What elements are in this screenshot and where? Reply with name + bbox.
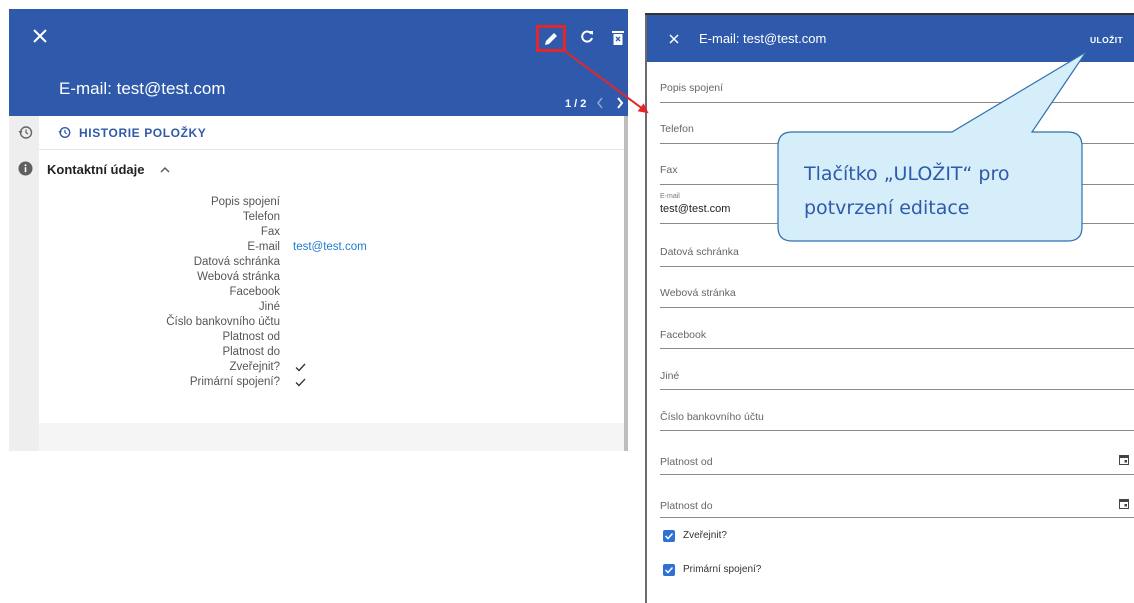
pencil-icon[interactable] (536, 25, 566, 52)
trash-icon[interactable] (609, 27, 627, 47)
calendar-icon[interactable] (1119, 454, 1129, 465)
field-label: Popis spojení (660, 82, 724, 94)
checkmark-icon (295, 378, 306, 387)
detail-label: Jiné (258, 301, 280, 313)
datova-field[interactable]: Datová schránka (660, 241, 1134, 267)
checkbox-label: Zveřejnit? (683, 530, 727, 541)
detail-header: E-mail: test@test.com 1 / 2 (9, 9, 628, 116)
edit-title: E-mail: test@test.com (699, 31, 827, 46)
telefon-field[interactable]: Telefon (660, 118, 1134, 144)
web-field[interactable]: Webová stránka (660, 282, 1134, 308)
field-label: Platnost od (660, 456, 713, 468)
detail-row: Číslo bankovního účtu (39, 316, 628, 331)
checkbox-checked-icon[interactable] (663, 564, 675, 576)
platnost-do-field[interactable]: Platnost do (660, 493, 1134, 518)
callout-line: Tlačítko „ULOŽIT“ pro (804, 163, 1010, 185)
field-label: E-mail (660, 193, 680, 200)
email-link[interactable]: test@test.com (293, 241, 367, 253)
chevron-left-icon[interactable] (594, 95, 606, 111)
field-label: Jiné (660, 370, 680, 382)
detail-label: Platnost do (222, 346, 280, 358)
info-icon[interactable] (17, 160, 33, 176)
field-label: Telefon (660, 123, 694, 135)
detail-label: Platnost od (222, 331, 280, 343)
history-button[interactable]: HISTORIE POLOŽKY (39, 116, 628, 150)
detail-label: Telefon (242, 211, 280, 223)
detail-panel: E-mail: test@test.com 1 / 2 HISTORIE POL… (9, 9, 628, 451)
checkbox-label: Primární spojení? (683, 564, 762, 575)
field-label: Datová schránka (660, 246, 739, 258)
jine-field[interactable]: Jiné (660, 364, 1134, 390)
refresh-icon[interactable] (577, 27, 597, 47)
detail-row: Popis spojení (39, 196, 628, 211)
field-value: test@test.com (660, 203, 731, 215)
detail-row: Telefon (39, 211, 628, 226)
detail-label: Webová stránka (197, 271, 280, 283)
callout-line: potvrzení editace (804, 197, 970, 219)
pager-indicator: 1 / 2 (565, 98, 587, 110)
scrollbar[interactable] (624, 116, 628, 451)
detail-label: Číslo bankovního účtu (166, 316, 280, 328)
detail-row: Jiné (39, 301, 628, 316)
history-icon (57, 125, 71, 139)
detail-row: Facebook (39, 286, 628, 301)
detail-label: Zveřejnit? (229, 361, 281, 373)
save-button[interactable]: ULOŽIT (1090, 35, 1123, 45)
ucet-field[interactable]: Číslo bankovního účtu (660, 405, 1134, 431)
detail-row: Fax (39, 226, 628, 241)
checkmark-icon (295, 363, 306, 372)
detail-label: Facebook (229, 286, 280, 298)
facebook-field[interactable]: Facebook (660, 323, 1134, 349)
section-title: Kontaktní údaje (47, 162, 145, 177)
side-rail (9, 116, 39, 451)
popis-field[interactable]: Popis spojení (660, 77, 1134, 103)
detail-row: Platnost do (39, 346, 628, 361)
edit-panel: E-mail: test@test.com ULOŽIT Popis spoje… (647, 15, 1134, 603)
field-label: Facebook (660, 329, 707, 341)
field-label: Číslo bankovního účtu (660, 411, 764, 423)
detail-content: HISTORIE POLOŽKY Kontaktní údaje Popis s… (39, 116, 628, 423)
detail-row: E-mail test@test.com (39, 241, 628, 256)
detail-label: Popis spojení (210, 196, 280, 208)
field-label: Fax (660, 164, 678, 176)
history-icon[interactable] (17, 124, 33, 140)
detail-label: Datová schránka (193, 256, 280, 268)
detail-row: Primární spojení? (39, 376, 628, 391)
calendar-icon[interactable] (1119, 498, 1129, 509)
detail-label: Fax (260, 226, 280, 238)
checkbox-checked-icon[interactable] (663, 530, 675, 542)
close-icon[interactable] (29, 25, 51, 47)
detail-row: Platnost od (39, 331, 628, 346)
detail-label: E-mail (247, 241, 280, 253)
detail-row: Webová stránka (39, 271, 628, 286)
callout-text: Tlačítko „ULOŽIT“ pro potvrzení editace (804, 157, 1084, 225)
platnost-od-field[interactable]: Platnost od (660, 449, 1134, 475)
chevron-right-icon[interactable] (614, 95, 626, 111)
chevron-up-icon[interactable] (159, 164, 171, 174)
detail-row: Zveřejnit? (39, 361, 628, 376)
field-label: Platnost do (660, 500, 713, 512)
detail-title: E-mail: test@test.com (59, 79, 226, 98)
edit-header: E-mail: test@test.com ULOŽIT (647, 15, 1134, 62)
history-label: HISTORIE POLOŽKY (79, 126, 207, 140)
field-label: Webová stránka (660, 287, 736, 299)
close-icon[interactable] (668, 33, 680, 45)
detail-row: Datová schránka (39, 256, 628, 271)
detail-label: Primární spojení? (189, 376, 280, 388)
